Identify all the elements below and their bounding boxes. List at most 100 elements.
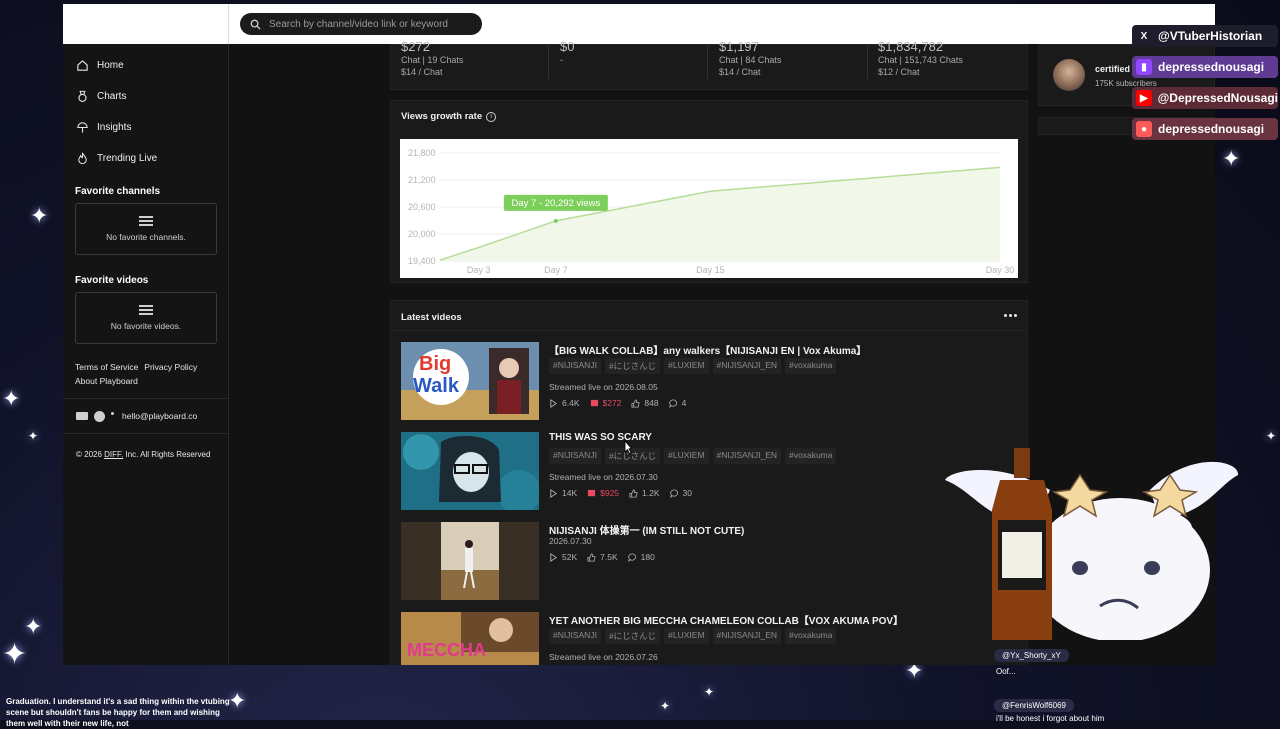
star-decoration: ✦ bbox=[24, 614, 43, 639]
latest-videos-card: Latest videos Big Walk 【BIG WALK COLLAB】… bbox=[390, 300, 1028, 665]
video-tag[interactable]: #NIJISANJI_EN bbox=[712, 628, 782, 644]
search-input[interactable] bbox=[269, 18, 469, 30]
video-tag[interactable]: #NIJISANJI bbox=[549, 628, 601, 644]
video-date: Streamed live on 2026.07.30 bbox=[549, 472, 658, 482]
contact-email[interactable]: hello@playboard.co bbox=[122, 411, 197, 421]
insights-icon bbox=[77, 122, 88, 133]
video-tag[interactable]: #voxakuma bbox=[785, 628, 837, 644]
video-tag[interactable]: #にじさんじ bbox=[604, 358, 661, 374]
favorite-videos-heading: Favorite videos bbox=[75, 275, 149, 286]
like-icon bbox=[587, 552, 596, 562]
stat-column: $1,197 Chat | 84 Chats $14 / Chat bbox=[709, 39, 859, 89]
sidebar-item-trending-live[interactable]: Trending Live bbox=[63, 143, 228, 174]
stat-column: $272 Chat | 19 Chats $14 / Chat bbox=[391, 39, 541, 89]
avatar[interactable] bbox=[1053, 59, 1085, 91]
company-link[interactable]: DIFF. bbox=[104, 450, 123, 459]
video-tag[interactable]: #NIJISANJI_EN bbox=[712, 448, 782, 464]
video-row[interactable]: MECCHA CHAMELEON YET ANOTHER BIG MECCHA … bbox=[401, 612, 1021, 665]
copyright: © 2026 DIFF. Inc. All Rights Reserved bbox=[63, 450, 228, 459]
info-icon[interactable]: i bbox=[486, 111, 497, 122]
sidebar-item-home[interactable]: Home bbox=[63, 50, 228, 81]
video-thumbnail[interactable] bbox=[401, 522, 539, 600]
x-tick-label: Day 30 bbox=[986, 265, 1015, 275]
video-tag[interactable]: #voxakuma bbox=[785, 448, 837, 464]
superchat-amount: $925 bbox=[600, 488, 620, 498]
stat-line: $14 / Chat bbox=[719, 67, 761, 77]
mail-icon[interactable] bbox=[76, 412, 88, 420]
video-tags: #NIJISANJI #にじさんじ #LUXIEM #NIJISANJI_EN … bbox=[549, 358, 840, 374]
like-icon bbox=[629, 488, 638, 498]
like-icon bbox=[631, 398, 641, 408]
video-tag[interactable]: #にじさんじ bbox=[604, 628, 661, 644]
video-thumbnail[interactable] bbox=[401, 432, 539, 510]
search-bar[interactable] bbox=[240, 13, 482, 35]
stat-line: $14 / Chat bbox=[401, 67, 443, 77]
comment-count: 30 bbox=[682, 488, 693, 498]
video-row[interactable]: THIS WAS SO SCARY #NIJISANJI #にじさんじ #LUX… bbox=[401, 432, 1021, 512]
star-decoration: ✦ bbox=[2, 638, 28, 671]
home-icon bbox=[77, 60, 88, 71]
video-row[interactable]: NIJISANJI 体操第一 (IM STILL NOT CUTE) 2026.… bbox=[401, 522, 1021, 602]
video-row[interactable]: Big Walk 【BIG WALK COLLAB】any walkers【NI… bbox=[401, 342, 1021, 422]
views-growth-card: Views growth rate i 19,400 20,000 20,600 21… bbox=[390, 100, 1028, 283]
video-thumbnail[interactable]: Big Walk bbox=[401, 342, 539, 420]
social-handle: depressednousagi bbox=[1158, 122, 1265, 136]
chat-username: @Yx_Shorty_xY bbox=[994, 649, 1069, 662]
logo-area[interactable] bbox=[63, 4, 229, 44]
kick-icon: ● bbox=[1136, 121, 1152, 137]
video-stats: 6.4K $272 848 4 bbox=[549, 398, 696, 408]
chat-message: Oof... bbox=[996, 667, 1016, 676]
revenue-stats-card: $272 Chat | 19 Chats $14 / Chat $0 - $1,… bbox=[390, 39, 1028, 90]
terms-link[interactable]: Terms of Service bbox=[75, 362, 138, 372]
privacy-link[interactable]: Privacy Policy bbox=[144, 362, 197, 372]
stat-line: Chat | 84 Chats bbox=[719, 55, 782, 65]
social-handle: @DepressedNousagi bbox=[1157, 91, 1278, 105]
video-tag[interactable]: #NIJISANJI bbox=[549, 448, 601, 464]
stat-line: Chat | 151,743 Chats bbox=[878, 55, 963, 65]
about-link[interactable]: About Playboard bbox=[75, 376, 138, 386]
video-stats: 52K 7.5K 180 bbox=[549, 552, 665, 562]
video-title[interactable]: NIJISANJI 体操第一 (IM STILL NOT CUTE) bbox=[549, 522, 744, 537]
stat-column: $0 - bbox=[550, 39, 700, 89]
sidebar-item-label: Home bbox=[97, 60, 124, 71]
video-title[interactable]: THIS WAS SO SCARY bbox=[549, 432, 652, 443]
stat-value: $0 bbox=[560, 39, 575, 53]
video-tag[interactable]: #voxakuma bbox=[785, 358, 837, 374]
video-title[interactable]: 【BIG WALK COLLAB】any walkers【NIJISANJI E… bbox=[549, 342, 866, 357]
comment-count: 180 bbox=[640, 552, 655, 562]
like-count: 848 bbox=[644, 398, 659, 408]
github-icon[interactable] bbox=[94, 410, 105, 422]
comment-count: 4 bbox=[681, 398, 687, 408]
star-decoration: ✦ bbox=[2, 386, 21, 411]
svg-text:Walk: Walk bbox=[413, 375, 460, 397]
play-icon bbox=[550, 398, 558, 408]
superchat-icon bbox=[588, 489, 596, 496]
y-tick-label: 20,000 bbox=[408, 229, 436, 239]
video-date: Streamed live on 2026.07.26 bbox=[549, 652, 658, 662]
copyright-year: © 2026 bbox=[76, 450, 102, 459]
stat-value: $272 bbox=[401, 39, 430, 53]
video-tag[interactable]: #にじさんじ bbox=[604, 448, 661, 464]
channel-name[interactable]: certified bbox=[1095, 64, 1130, 74]
chart-svg: 19,400 20,000 20,600 21,200 21,800 Day 3 Day 7… bbox=[408, 148, 1015, 275]
video-tag[interactable]: #NIJISANJI bbox=[549, 358, 601, 374]
x-tick-label: Day 15 bbox=[696, 265, 725, 275]
video-tag[interactable]: #LUXIEM bbox=[664, 448, 709, 464]
stat-line: Chat | 19 Chats bbox=[401, 55, 464, 65]
star-decoration: ✦ bbox=[28, 429, 39, 443]
star-decoration: ✦ bbox=[704, 685, 715, 699]
sidebar-item-charts[interactable]: Charts bbox=[63, 81, 228, 112]
video-tag[interactable]: #LUXIEM bbox=[664, 628, 709, 644]
video-thumbnail[interactable]: MECCHA CHAMELEON bbox=[401, 612, 539, 665]
vtuber-mascot bbox=[940, 440, 1240, 642]
flame-icon bbox=[78, 152, 87, 165]
video-title[interactable]: YET ANOTHER BIG MECCHA CHAMELEON COLLAB【… bbox=[549, 612, 903, 627]
star-decoration: ✦ bbox=[660, 699, 671, 713]
social-twitch: ▮ depressednousagi bbox=[1132, 56, 1278, 78]
video-tag[interactable]: #LUXIEM bbox=[664, 358, 709, 374]
social-links-overlay: X @VTuberHistorian ▮ depressednousagi ▶ … bbox=[1132, 25, 1278, 149]
more-options-icon[interactable] bbox=[1002, 314, 1017, 317]
video-tag[interactable]: #NIJISANJI_EN bbox=[712, 358, 782, 374]
social-youtube: ▶ @DepressedNousagi bbox=[1132, 87, 1278, 109]
sidebar-item-insights[interactable]: Insights bbox=[63, 112, 228, 143]
